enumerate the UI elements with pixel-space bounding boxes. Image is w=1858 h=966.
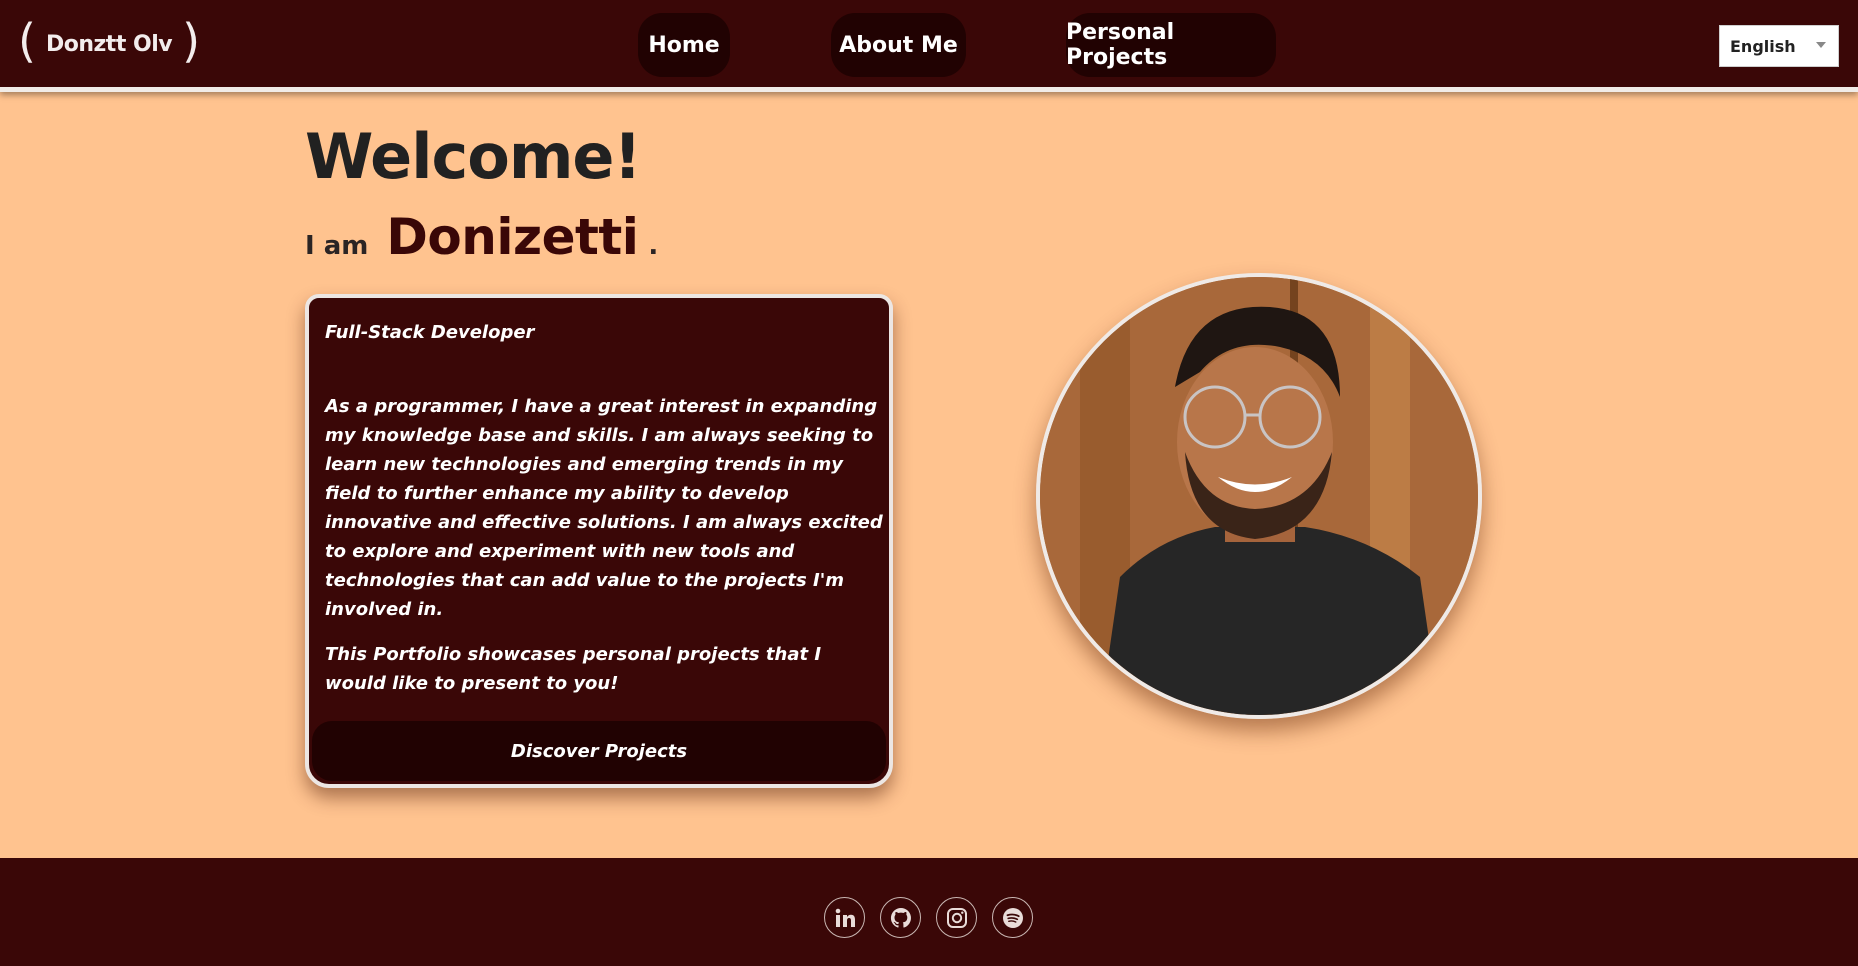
spotify-icon-glyph — [1002, 907, 1023, 928]
discover-projects-button[interactable]: Discover Projects — [312, 721, 886, 781]
instagram-icon-glyph — [946, 907, 967, 928]
site-header: ( Donztt Olv ) Home About Me Personal Pr… — [0, 0, 1858, 92]
profile-photo — [1036, 273, 1482, 719]
nav-home-button[interactable]: Home — [638, 13, 730, 77]
github-icon-glyph — [890, 907, 911, 928]
nav-projects-button[interactable]: Personal Projects — [1066, 13, 1276, 77]
logo-close-paren: ) — [182, 14, 201, 68]
language-select[interactable]: English — [1719, 25, 1839, 67]
chevron-down-icon — [1816, 42, 1826, 48]
logo-open-paren: ( — [18, 14, 36, 68]
intro-dot: . — [648, 231, 659, 261]
logo[interactable]: ( Donztt Olv ) — [18, 14, 201, 69]
language-selected: English — [1730, 36, 1796, 56]
logo-text: Donztt Olv — [45, 31, 173, 57]
intro-line: I am Donizetti . — [305, 208, 658, 268]
about-card: Full-Stack Developer As a programmer, I … — [305, 294, 893, 788]
intro-label: I am — [305, 231, 369, 261]
spotify-icon[interactable] — [992, 897, 1033, 938]
social-links — [824, 897, 1033, 938]
about-paragraph: As a programmer, I have a great interest… — [325, 396, 883, 620]
nav-about-button[interactable]: About Me — [831, 13, 966, 77]
instagram-icon[interactable] — [936, 897, 977, 938]
linkedin-icon[interactable] — [824, 897, 865, 938]
linkedin-icon-glyph — [835, 908, 855, 927]
intro-name: Donizetti — [386, 208, 639, 266]
portfolio-paragraph: This Portfolio showcases personal projec… — [325, 644, 822, 694]
welcome-heading: Welcome! — [305, 120, 642, 193]
profile-photo-illustration — [1040, 277, 1478, 715]
github-icon[interactable] — [880, 897, 921, 938]
role-title: Full-Stack Developer — [325, 322, 535, 343]
